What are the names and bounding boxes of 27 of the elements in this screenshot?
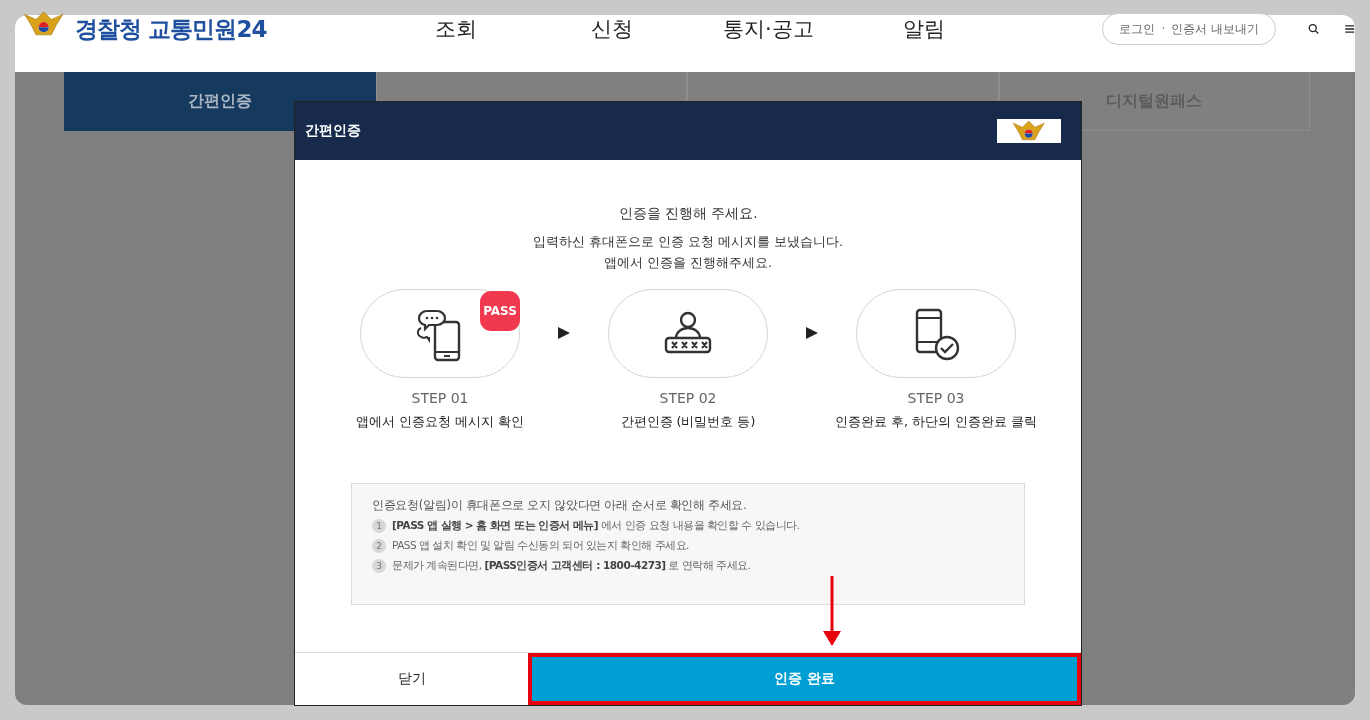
notice-intro: 인증요청(알림)이 휴대폰으로 오지 않았다면 아래 순서로 확인해 주세요. xyxy=(372,498,748,513)
step-label: STEP 03 xyxy=(907,390,965,406)
arrow-icon xyxy=(805,325,819,340)
nav-item[interactable]: 신청 xyxy=(534,15,691,43)
step-number: 1 xyxy=(372,519,386,533)
step-label: STEP 02 xyxy=(659,390,717,406)
step-description: 간편인증 (비밀번호 등) xyxy=(620,414,756,431)
callout-arrow xyxy=(823,576,841,646)
separator-dot: · xyxy=(1161,22,1166,36)
nav-item[interactable]: 조회 xyxy=(378,15,535,43)
step-label: STEP 01 xyxy=(411,390,469,406)
step-number: 2 xyxy=(372,539,386,553)
notice-text: 문제가 계속된다면, [PASS인증서 고객센터 : 1800-4273] 로 연락해 주세요. xyxy=(392,559,751,573)
nav-item[interactable]: 알림 xyxy=(846,15,1003,43)
account-link[interactable]: 인증서 내보내기 xyxy=(1171,20,1260,38)
step-number: 3 xyxy=(372,559,386,573)
account-link[interactable]: 로그인 xyxy=(1119,20,1156,38)
site-logo[interactable]: 경찰청 교통민원24 xyxy=(75,13,267,45)
dialog-message: 입력하신 휴대폰으로 인증 요청 메시지를 보냈습니다. 앱에서 인증을 진행해주세요. xyxy=(533,233,843,272)
arrow-icon xyxy=(557,325,571,340)
step-description: 앱에서 인증요청 메시지 확인 xyxy=(356,414,524,431)
app-badge: PASS xyxy=(480,291,520,331)
notice-text: [PASS 앱 실행 > 홈 화면 또는 인증서 메뉴] 에서 인증 요청 내용을 확인할 수 있습니다. xyxy=(392,519,800,533)
dialog-heading: 인증을 진행해 주세요. xyxy=(618,205,758,223)
step-description: 인증완료 후, 하단의 인증완료 클릭 xyxy=(835,414,1037,431)
nav-item[interactable]: 통지·공고 xyxy=(690,15,847,43)
notice-text: PASS 앱 설치 확인 및 알림 수신동의 되어 있는지 확인해 주세요. xyxy=(392,539,689,553)
